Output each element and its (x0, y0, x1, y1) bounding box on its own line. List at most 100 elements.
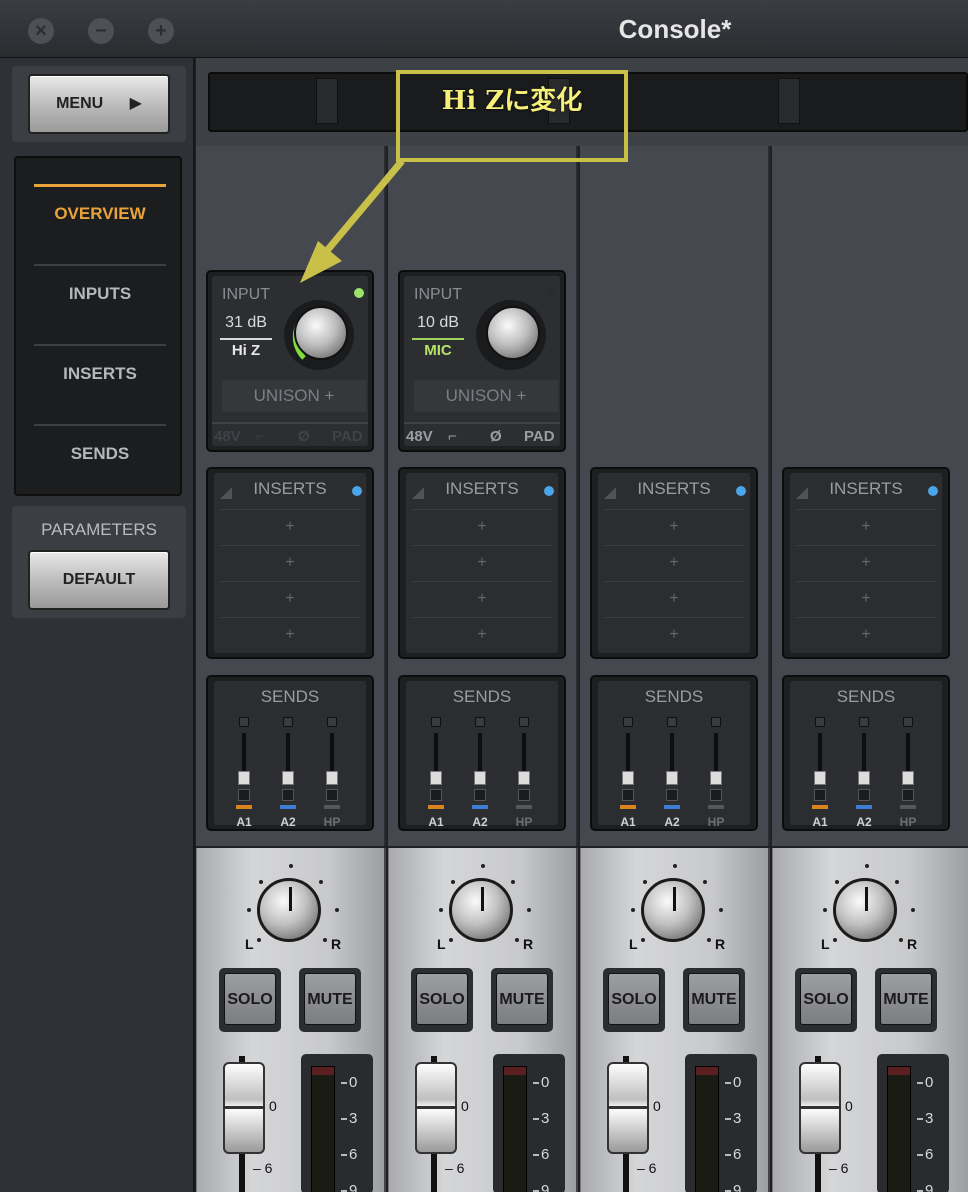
send-fader-3[interactable]: HP (898, 717, 918, 829)
send-fader-3[interactable]: HP (514, 717, 534, 829)
pan-knob[interactable] (257, 878, 321, 942)
mute-button[interactable]: MUTE (875, 968, 937, 1032)
send-mute-box[interactable] (710, 789, 722, 801)
send-fader-cap[interactable] (238, 771, 250, 785)
pan-tick (289, 864, 293, 868)
mute-button[interactable]: MUTE (683, 968, 745, 1032)
send-mute-box[interactable] (902, 789, 914, 801)
fader-cap-line (223, 1106, 265, 1109)
mute-label: MUTE (496, 973, 548, 1025)
insert-slot[interactable]: + (796, 581, 936, 615)
meter-scale-label: 6 (925, 1146, 934, 1163)
send-mute-box[interactable] (518, 789, 530, 801)
mute-button[interactable]: MUTE (299, 968, 361, 1032)
send-mute-box[interactable] (238, 789, 250, 801)
insert-slot[interactable]: + (604, 581, 744, 615)
low-cut-icon[interactable]: ⌐ (448, 428, 457, 445)
gain-knob[interactable] (294, 306, 348, 360)
solo-button[interactable]: SOLO (219, 968, 281, 1032)
nav-inserts[interactable]: INSERTS (16, 364, 184, 384)
insert-slot[interactable]: + (796, 617, 936, 651)
insert-slot[interactable]: + (220, 545, 360, 579)
meter-scale-label: 9 (541, 1182, 550, 1192)
send-mute-box[interactable] (814, 789, 826, 801)
send-mute-box[interactable] (282, 789, 294, 801)
solo-button[interactable]: SOLO (795, 968, 857, 1032)
fader-cap-line (607, 1106, 649, 1109)
pad-toggle[interactable]: PAD (524, 428, 555, 445)
send-fader-1[interactable]: A1 (234, 717, 254, 829)
nav-sends[interactable]: SENDS (16, 444, 184, 464)
phantom-48v-toggle[interactable]: 48V (214, 428, 241, 445)
send-fader-3[interactable]: HP (706, 717, 726, 829)
nav-inputs[interactable]: INPUTS (16, 284, 184, 304)
input-type-label[interactable]: MIC (412, 342, 464, 359)
insert-slot[interactable]: + (604, 509, 744, 543)
pan-knob[interactable] (833, 878, 897, 942)
insert-slot[interactable]: + (220, 617, 360, 651)
insert-slot[interactable]: + (220, 509, 360, 543)
insert-slot[interactable]: + (604, 545, 744, 579)
low-cut-icon[interactable]: ⌐ (256, 428, 265, 445)
gain-knob[interactable] (486, 306, 540, 360)
send-led-icon (283, 717, 293, 727)
pan-tick (865, 864, 869, 868)
send-fader-1[interactable]: A1 (618, 717, 638, 829)
phase-invert-toggle[interactable]: Ø (298, 428, 310, 445)
send-fader-cap[interactable] (518, 771, 530, 785)
default-button[interactable]: DEFAULT (28, 550, 170, 610)
send-fader-cap[interactable] (474, 771, 486, 785)
send-fader-2[interactable]: A2 (854, 717, 874, 829)
insert-slot[interactable]: + (412, 545, 552, 579)
insert-slot[interactable]: + (796, 545, 936, 579)
send-color-bar (516, 805, 532, 809)
send-fader-cap[interactable] (666, 771, 678, 785)
menu-button[interactable]: MENU ▶ (28, 74, 170, 134)
send-mute-box[interactable] (326, 789, 338, 801)
zoom-window-icon[interactable]: + (148, 18, 174, 44)
pan-knob[interactable] (449, 878, 513, 942)
send-mute-box[interactable] (474, 789, 486, 801)
inserts-led-icon (544, 486, 554, 496)
send-fader-cap[interactable] (814, 771, 826, 785)
solo-button[interactable]: SOLO (411, 968, 473, 1032)
send-fader-cap[interactable] (858, 771, 870, 785)
send-fader-1[interactable]: A1 (810, 717, 830, 829)
solo-button[interactable]: SOLO (603, 968, 665, 1032)
send-fader-2[interactable]: A2 (662, 717, 682, 829)
send-fader-3[interactable]: HP (322, 717, 342, 829)
unison-button[interactable]: UNISON + (414, 380, 558, 412)
nav-overview[interactable]: OVERVIEW (16, 204, 184, 224)
close-window-icon[interactable]: × (28, 18, 54, 44)
send-mute-box[interactable] (666, 789, 678, 801)
send-mute-box[interactable] (430, 789, 442, 801)
send-fader-cap[interactable] (622, 771, 634, 785)
send-fader-2[interactable]: A2 (278, 717, 298, 829)
send-fader-cap[interactable] (282, 771, 294, 785)
unison-button[interactable]: UNISON + (222, 380, 366, 412)
insert-slot[interactable]: + (220, 581, 360, 615)
insert-slot[interactable]: + (412, 509, 552, 543)
mute-button[interactable]: MUTE (491, 968, 553, 1032)
send-fader-cap[interactable] (710, 771, 722, 785)
minimize-window-icon[interactable]: − (88, 18, 114, 44)
pad-toggle[interactable]: PAD (332, 428, 363, 445)
insert-slot[interactable]: + (412, 617, 552, 651)
send-mute-box[interactable] (622, 789, 634, 801)
insert-slot[interactable]: + (796, 509, 936, 543)
send-fader-cap[interactable] (326, 771, 338, 785)
send-led-icon (903, 717, 913, 727)
phantom-48v-toggle[interactable]: 48V (406, 428, 433, 445)
send-fader-1[interactable]: A1 (426, 717, 446, 829)
insert-slot[interactable]: + (412, 581, 552, 615)
phase-invert-toggle[interactable]: Ø (490, 428, 502, 445)
mute-label: MUTE (304, 973, 356, 1025)
send-fader-cap[interactable] (430, 771, 442, 785)
insert-slot[interactable]: + (604, 617, 744, 651)
send-fader-2[interactable]: A2 (470, 717, 490, 829)
send-fader-cap[interactable] (902, 771, 914, 785)
send-mute-box[interactable] (858, 789, 870, 801)
pan-knob[interactable] (641, 878, 705, 942)
pan-tick (439, 908, 443, 912)
input-type-label[interactable]: Hi Z (220, 342, 272, 359)
